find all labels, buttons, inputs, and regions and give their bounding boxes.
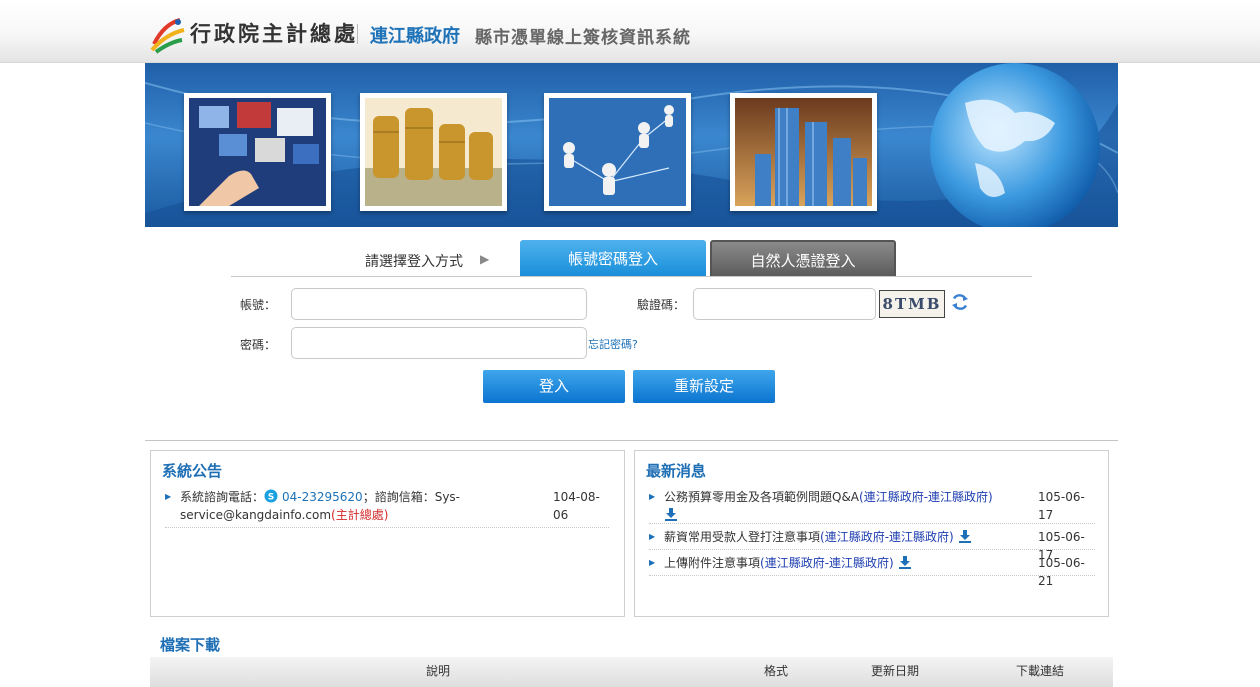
news-item[interactable]: ▶ 薪資常用受款人登打注意事項(連江縣政府-連江縣政府) 105-06-17	[649, 528, 1095, 562]
captcha-label: 驗證碼：	[637, 298, 686, 312]
download-icon[interactable]	[664, 507, 678, 521]
login-button[interactable]: 登入	[483, 370, 625, 403]
banner-photo-touch	[184, 93, 331, 211]
news-item[interactable]: ▶ 上傳附件注意事項(連江縣政府-連江縣政府) 105-06-21	[649, 554, 1095, 588]
column-header-description: 說明	[426, 664, 451, 678]
play-arrow-icon: ▶	[480, 252, 490, 266]
announcement-source: (主計總處)	[331, 508, 389, 522]
captcha-input[interactable]	[693, 288, 876, 320]
agency-name: 行政院主計總處	[190, 21, 358, 46]
login-method-prompt: 請選擇登入方式	[365, 254, 463, 270]
announcements-panel: 系統公告 ▶ 系統諮詢電話： S 04-23295620；諮詢信箱：Sys- ser…	[150, 450, 625, 617]
column-header-download: 下載連結	[1016, 664, 1065, 678]
forgot-password-link[interactable]: 忘記密碼?	[588, 336, 638, 352]
news-title: 最新消息	[646, 462, 707, 480]
svg-text:S: S	[268, 493, 274, 503]
download-icon[interactable]	[898, 555, 912, 569]
section-divider	[145, 440, 1118, 441]
announcements-title: 系統公告	[162, 462, 223, 480]
triangle-bullet-icon: ▶	[165, 492, 172, 501]
county-name: 連江縣政府	[370, 26, 460, 47]
account-input[interactable]	[291, 288, 587, 320]
column-header-updated: 更新日期	[871, 664, 920, 678]
tab-account-login[interactable]: 帳號密碼登入	[520, 240, 706, 276]
phone-number[interactable]: 04-23295620	[282, 490, 363, 504]
column-header-format: 格式	[764, 664, 789, 678]
tab-divider	[231, 276, 1032, 277]
news-item[interactable]: ▶ 公務預算零用金及各項範例問題Q&A(連江縣政府-連江縣政府) 105-06-…	[649, 488, 1095, 524]
password-input[interactable]	[291, 327, 587, 359]
account-label: 帳號：	[240, 298, 277, 312]
banner-globe	[930, 63, 1100, 227]
triangle-bullet-icon: ▶	[649, 558, 656, 567]
tab-certificate-login[interactable]: 自然人憑證登入	[710, 240, 896, 276]
download-icon[interactable]	[958, 529, 972, 543]
captcha-image: 8TMB	[879, 290, 945, 318]
banner-photo-coins	[360, 93, 507, 211]
agency-logo-icon	[150, 18, 185, 54]
system-title: 縣市憑單線上簽核資訊系統	[475, 28, 691, 48]
password-label: 密碼：	[240, 338, 277, 352]
header: 行政院主計總處 連江縣政府 縣市憑單線上簽核資訊系統	[0, 0, 1260, 63]
downloads-table-header: 說明 格式 更新日期 下載連結	[150, 657, 1113, 687]
news-panel: 最新消息 ▶ 公務預算零用金及各項範例問題Q&A(連江縣政府-連江縣政府) 10…	[634, 450, 1109, 617]
banner-photo-buildings	[730, 93, 877, 211]
downloads-title: 檔案下載	[160, 636, 221, 654]
triangle-bullet-icon: ▶	[649, 492, 656, 501]
refresh-icon[interactable]	[950, 292, 970, 312]
banner-photo-network	[544, 93, 691, 211]
announcement-date: 104-08-06	[553, 490, 600, 522]
header-divider	[357, 24, 358, 44]
email-address: service@kangdainfo.com	[180, 508, 332, 522]
triangle-bullet-icon: ▶	[649, 532, 656, 541]
skype-icon: S	[264, 489, 278, 503]
banner	[145, 63, 1118, 227]
list-item: ▶ 系統諮詢電話： S 04-23295620；諮詢信箱：Sys- service@…	[165, 488, 611, 524]
reset-button[interactable]: 重新設定	[633, 370, 775, 403]
